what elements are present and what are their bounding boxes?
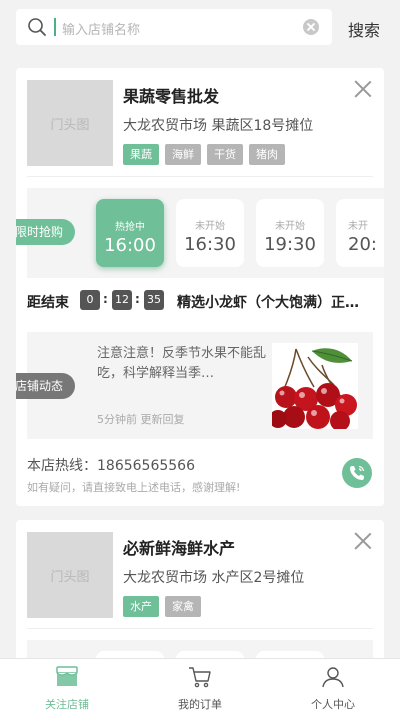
slot-status: 未开始 — [275, 221, 305, 232]
divider — [27, 176, 373, 177]
call-button[interactable] — [342, 458, 372, 488]
shop-tag: 干货 — [207, 144, 243, 165]
flash-sale-label: 限时抢购 — [16, 219, 75, 245]
cart-icon — [189, 667, 211, 688]
slot-time: 16:30 — [184, 234, 236, 255]
shop-tag: 水产 — [123, 596, 159, 617]
phone-icon — [350, 465, 365, 480]
tab-label: 我的订单 — [178, 698, 222, 711]
thumbnail-placeholder-text: 门头图 — [50, 118, 90, 133]
slot-time: 20: — [348, 234, 377, 255]
thumbnail-placeholder-text: 门头图 — [50, 570, 90, 585]
countdown-separator: : — [103, 292, 108, 306]
shop-tags: 果蔬 海鲜 干货 猪肉 — [123, 144, 285, 165]
tab-follow-shops[interactable]: 关注店铺 — [0, 659, 134, 711]
shop-tag: 猪肉 — [249, 144, 285, 165]
shop-tag: 海鲜 — [165, 144, 201, 165]
shop-icon — [56, 666, 78, 686]
flash-sale-item[interactable]: 精选小龙虾（个大饱满）正… — [177, 292, 373, 312]
shop-thumbnail: 门头图 — [27, 80, 113, 166]
shop-tag: 家禽 — [165, 596, 201, 617]
countdown-separator: : — [135, 292, 140, 306]
shop-card[interactable]: 门头图 果蔬零售批发 大龙农贸市场 果蔬区18号摊位 果蔬 海鲜 干货 猪肉 限… — [16, 68, 384, 506]
clear-icon[interactable] — [303, 19, 319, 35]
shop-tag: 果蔬 — [123, 144, 159, 165]
countdown-minutes: 12 — [112, 290, 132, 310]
slot-status: 未开始 — [195, 221, 225, 232]
shop-tags: 水产 家禽 — [123, 596, 201, 617]
top-bar: 输入店铺名称 搜索 — [0, 0, 400, 56]
user-icon — [322, 667, 344, 688]
time-slot[interactable]: 未开 20: — [336, 199, 384, 267]
shop-news-label: 店铺动态 — [16, 373, 75, 399]
divider — [27, 628, 373, 629]
search-icon — [28, 18, 46, 36]
slot-time: 16:00 — [104, 235, 156, 256]
cherries-image — [272, 343, 358, 429]
search-placeholder: 输入店铺名称 — [62, 23, 141, 38]
countdown-hours: 0 — [80, 290, 100, 310]
shop-name: 果蔬零售批发 — [123, 87, 220, 106]
search-button[interactable]: 搜索 — [348, 17, 380, 41]
countdown-label: 距结束 — [27, 295, 69, 311]
text-cursor — [54, 18, 56, 36]
countdown-seconds: 35 — [144, 290, 164, 310]
time-slot[interactable]: 未开始 16:30 — [176, 199, 244, 267]
bottom-tab-bar: 关注店铺 我的订单 个人中心 — [0, 658, 400, 711]
shop-hotline: 本店热线：18656565566 — [27, 458, 195, 474]
slot-time: 19:30 — [264, 234, 316, 255]
shop-address: 大龙农贸市场 水产区2号摊位 — [123, 570, 305, 586]
countdown: 距结束 0 : 12 : 35 精选小龙虾（个大饱满）正… — [27, 290, 373, 312]
tab-my-orders[interactable]: 我的订单 — [133, 659, 267, 711]
shop-thumbnail: 门头图 — [27, 532, 113, 618]
tab-label: 个人中心 — [311, 698, 355, 711]
tab-profile[interactable]: 个人中心 — [266, 659, 400, 711]
close-icon[interactable] — [354, 80, 372, 98]
news-time: 5分钟前 更新回复 — [97, 413, 185, 426]
news-text[interactable]: 注意注意！反季节水果不能乱吃，科学解释当季… — [97, 344, 267, 384]
shop-address: 大龙农贸市场 果蔬区18号摊位 — [123, 118, 314, 134]
time-slot[interactable]: 未开始 19:30 — [256, 199, 324, 267]
close-icon[interactable] — [354, 532, 372, 550]
hotline-tip: 如有疑问，请直接致电上述电话，感谢理解! — [27, 481, 241, 494]
slot-status: 热抢中 — [115, 222, 145, 233]
time-slot-active[interactable]: 热抢中 16:00 — [96, 199, 164, 267]
slot-status: 未开 — [348, 221, 368, 232]
search-input[interactable]: 输入店铺名称 — [16, 9, 332, 45]
tab-label: 关注店铺 — [45, 698, 89, 711]
shop-name: 必新鲜海鲜水产 — [123, 539, 236, 558]
